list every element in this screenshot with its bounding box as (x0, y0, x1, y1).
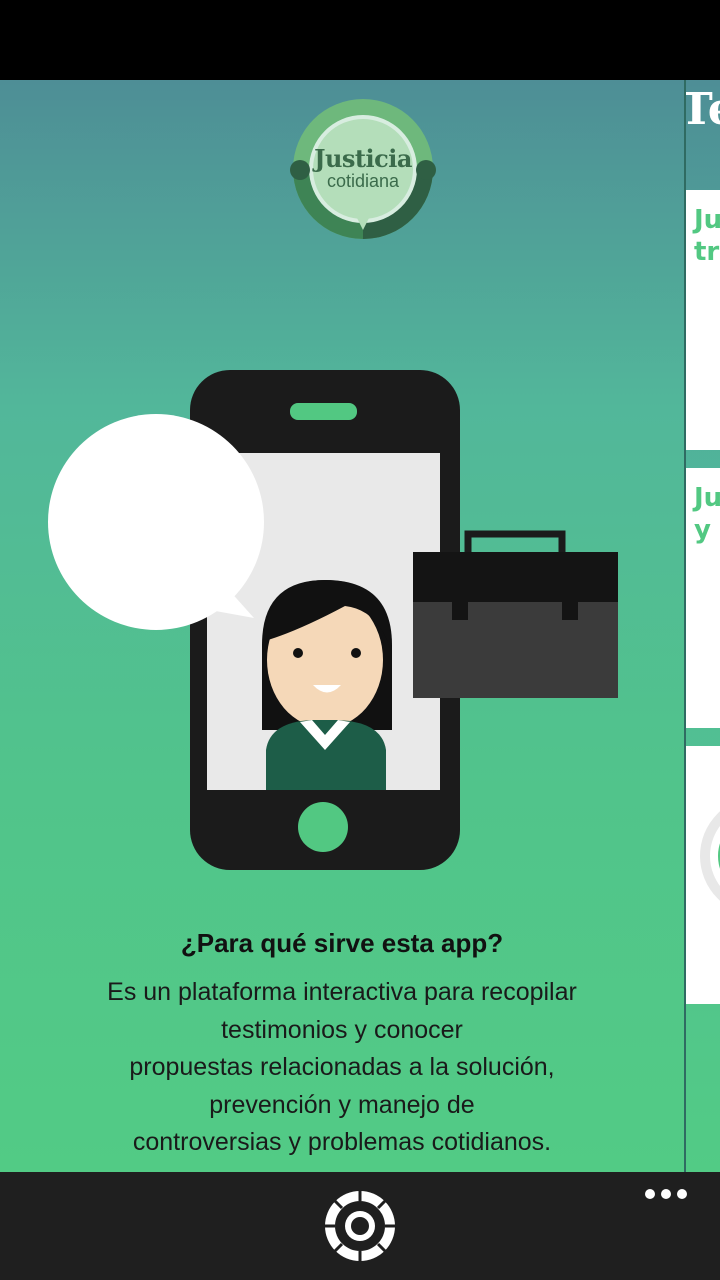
status-bar (0, 0, 720, 80)
next-panel-title: Te (686, 84, 720, 135)
logo-title: Justicia (314, 144, 412, 173)
testimonial-card[interactable]: Ju y (686, 468, 720, 728)
person-icon (262, 580, 392, 790)
description-line: controversias y problemas cotidianos. (132, 1128, 552, 1156)
description-line: Es un plataforma interactiva para recopi… (107, 978, 577, 1006)
logo-subtitle: cotidiana (326, 171, 400, 191)
card-title: Ju y (694, 483, 720, 545)
testimonial-card[interactable] (686, 746, 720, 1004)
phone-lawyer-illustration (48, 370, 618, 870)
description-line: propuestas relacionadas a la solución, (129, 1053, 555, 1081)
description-line: testimonios y conocer (221, 1015, 463, 1044)
card-title: Ju tr (694, 205, 720, 267)
app-logo: Justicia cotidiana (288, 94, 438, 244)
section-heading: ¿Para qué sirve esta app? (180, 928, 504, 958)
briefcase-icon (413, 530, 618, 698)
lifebuoy-icon[interactable] (324, 1190, 396, 1262)
testimonial-card[interactable]: Ju tr (686, 190, 720, 450)
card-image-icon (700, 796, 720, 916)
app-bar (0, 1172, 720, 1280)
app-description: Es un plataforma interactiva para recopi… (30, 974, 654, 1162)
next-panel-peek[interactable]: Te Ju tr Ju y (686, 80, 720, 1172)
intro-panel: Justicia cotidiana ¿Para qué sirve esta … (0, 80, 684, 1172)
speech-bubble-icon (48, 414, 264, 630)
more-icon[interactable] (638, 1180, 694, 1208)
description-line: prevención y manejo de (209, 1090, 475, 1119)
